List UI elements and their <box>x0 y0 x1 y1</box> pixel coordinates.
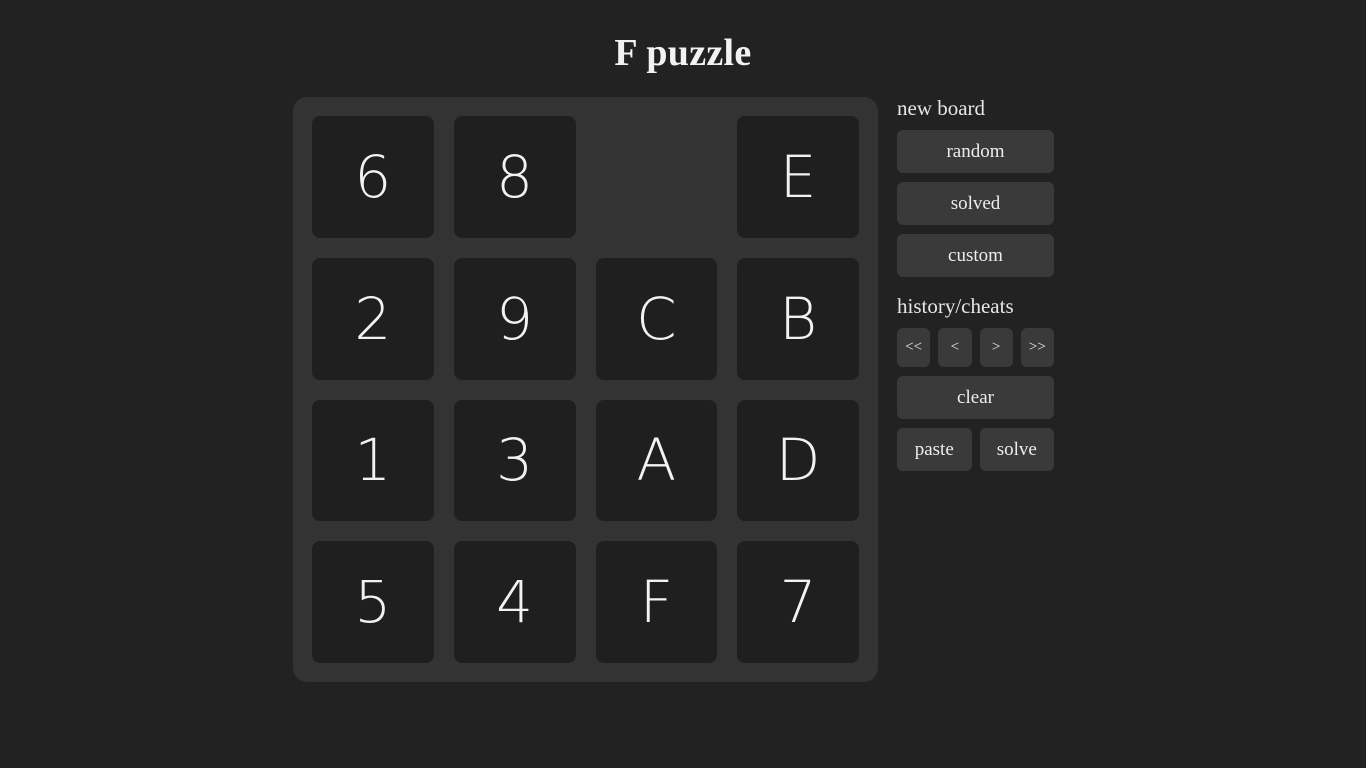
tile[interactable]: 7 <box>737 541 859 663</box>
tile[interactable]: F <box>595 541 718 663</box>
solve-button[interactable]: solve <box>979 428 1054 472</box>
tile[interactable]: 9 <box>453 257 576 380</box>
tile[interactable]: 4 <box>453 541 576 663</box>
history-last-button[interactable]: >> <box>1020 328 1054 368</box>
tile[interactable]: 5 <box>312 541 434 663</box>
tile[interactable]: E <box>737 116 859 238</box>
tile[interactable]: 6 <box>312 116 434 238</box>
action-row: paste solve <box>897 428 1054 472</box>
puzzle-board: 6 8 E 2 9 C B 1 3 A D 5 4 F 7 <box>293 97 878 682</box>
new-board-label: new board <box>897 96 986 120</box>
custom-button[interactable]: custom <box>897 234 1054 278</box>
sidebar: new board random solved custom history/c… <box>897 96 1054 480</box>
random-button[interactable]: random <box>897 130 1054 174</box>
tile[interactable]: C <box>595 257 718 380</box>
history-next-button[interactable]: > <box>979 328 1013 368</box>
history-nav-row: << < > >> <box>897 328 1054 368</box>
tile[interactable]: 2 <box>312 257 434 380</box>
page-title: F puzzle <box>614 32 752 74</box>
clear-button[interactable]: clear <box>897 376 1054 420</box>
paste-button[interactable]: paste <box>897 428 972 472</box>
history-prev-button[interactable]: < <box>938 328 972 368</box>
tile-empty <box>596 116 718 238</box>
tile[interactable]: 3 <box>453 399 576 522</box>
history-cheats-label: history/cheats <box>897 294 1014 319</box>
tile[interactable]: A <box>595 399 718 522</box>
tile[interactable]: B <box>737 257 859 380</box>
app-layout: 6 8 E 2 9 C B 1 3 A D 5 4 F 7 new board … <box>0 72 1366 762</box>
solved-button[interactable]: solved <box>897 182 1054 226</box>
history-first-button[interactable]: << <box>897 328 931 368</box>
tile[interactable]: 1 <box>312 399 434 522</box>
tile[interactable]: D <box>737 399 859 522</box>
tile[interactable]: 8 <box>453 116 576 238</box>
